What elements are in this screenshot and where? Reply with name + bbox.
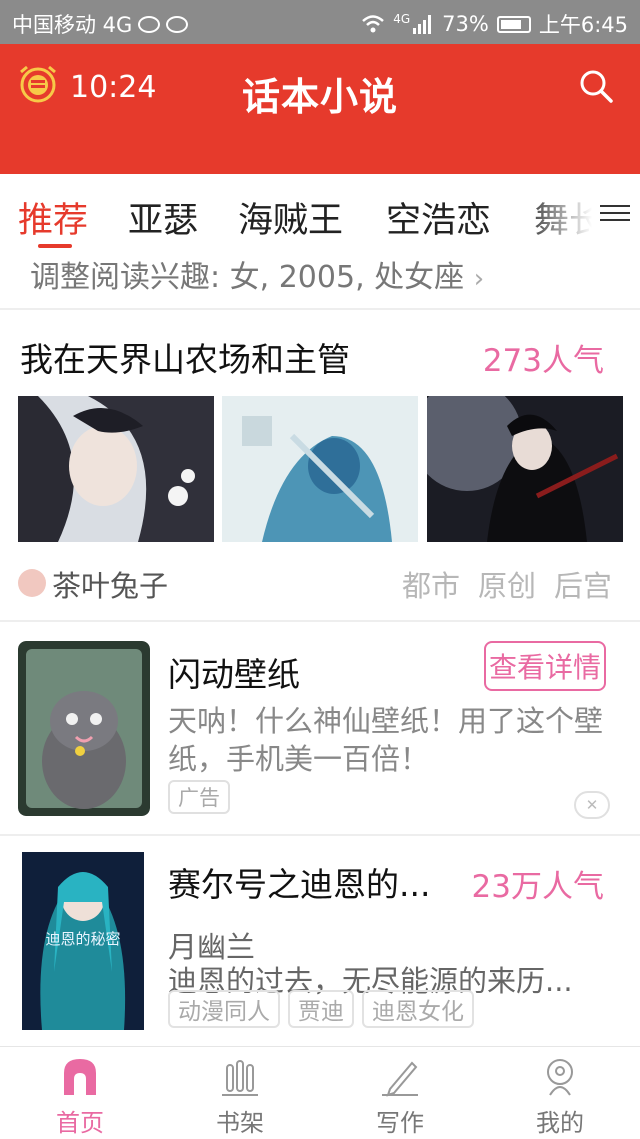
nav-profile[interactable]: 我的 (480, 1047, 640, 1139)
ad-image[interactable] (18, 641, 150, 816)
clock-time: 上午6:45 (538, 13, 628, 37)
battery-percent: 73% (442, 12, 489, 36)
tag-harem[interactable]: 后宫 (554, 563, 612, 605)
divider (0, 620, 640, 622)
nav-bookshelf[interactable]: 书架 (160, 1047, 320, 1139)
nav-write[interactable]: 写作 (320, 1047, 480, 1139)
app-title: 话本小说 (241, 75, 398, 119)
tab-kong-hao[interactable]: 空浩恋 (386, 192, 491, 243)
nav-home-label: 首页 (56, 1109, 104, 1137)
wifi-icon (362, 15, 385, 33)
featured-popularity: 273人气 (482, 343, 604, 379)
close-ad-icon[interactable]: ✕ (574, 791, 610, 819)
tag-original[interactable]: 原创 (478, 563, 536, 605)
book-popularity: 23万人气 (471, 869, 604, 905)
divider (0, 308, 640, 310)
nav-home[interactable]: 首页 (0, 1047, 160, 1139)
tag-urban[interactable]: 都市 (402, 563, 460, 605)
book-cover[interactable]: 迪恩的秘密 (22, 852, 144, 1030)
bottom-navigation: 首页 书架 写作 我的 (0, 1046, 640, 1139)
featured-image-2[interactable] (222, 396, 418, 542)
tab-arthur[interactable]: 亚瑟 (128, 192, 198, 243)
ad-title[interactable]: 闪动壁纸 (168, 648, 300, 696)
tab-one-piece[interactable]: 海贼王 (238, 192, 343, 243)
featured-tags: 都市 原创 后宫 (402, 563, 612, 605)
tag-dean-female[interactable]: 迪恩女化 (362, 990, 474, 1028)
pen-icon (382, 1061, 418, 1097)
status-bar: 中国移动 4G 4G 73% 上午6:45 (0, 0, 640, 44)
featured-image-3[interactable] (427, 396, 623, 542)
ad-badge: 广告 (168, 780, 230, 814)
home-icon (64, 1059, 96, 1095)
battery-icon (496, 15, 531, 33)
nav-profile-label: 我的 (536, 1109, 584, 1137)
tab-menu-icon[interactable] (600, 200, 630, 224)
divider (0, 834, 640, 836)
chevron-right-icon: › (473, 264, 485, 294)
tab-recommend[interactable]: 推荐 (18, 192, 88, 243)
view-details-button[interactable]: 查看详情 (484, 641, 606, 691)
carrier-text: 中国移动 4G (12, 13, 133, 37)
search-icon[interactable] (578, 68, 614, 104)
reading-interest-link[interactable]: 调整阅读兴趣: 女, 2005, 处女座 › (30, 252, 484, 296)
book-title[interactable]: 赛尔号之迪恩的... (168, 858, 430, 906)
tag-anime-fanfic[interactable]: 动漫同人 (168, 990, 280, 1028)
nav-write-label: 写作 (376, 1109, 424, 1137)
wechat-notification-icon (138, 15, 161, 33)
featured-story-title[interactable]: 我在天界山农场和主管 (20, 333, 350, 381)
reading-interest-text: 调整阅读兴趣: 女, 2005, 处女座 (30, 260, 465, 295)
bookshelf-icon (222, 1060, 258, 1096)
nav-bookshelf-label: 书架 (216, 1109, 264, 1137)
author-avatar[interactable] (18, 569, 46, 597)
active-tab-indicator (38, 244, 72, 248)
featured-author[interactable]: 茶叶兔子 (52, 563, 168, 605)
profile-icon (547, 1059, 573, 1096)
tag-jiadi[interactable]: 贾迪 (288, 990, 354, 1028)
network-type: 4G (393, 12, 411, 26)
wechat-notification-icon (166, 15, 189, 33)
book-tags: 动漫同人 贾迪 迪恩女化 (168, 990, 474, 1028)
featured-image-1[interactable] (18, 396, 214, 542)
ad-description[interactable]: 天呐！什么神仙壁纸！用了这个壁纸，手机美一百倍！ (168, 702, 628, 778)
book-cover-text: 迪恩的秘密 (45, 930, 120, 948)
signal-icon (413, 15, 432, 34)
